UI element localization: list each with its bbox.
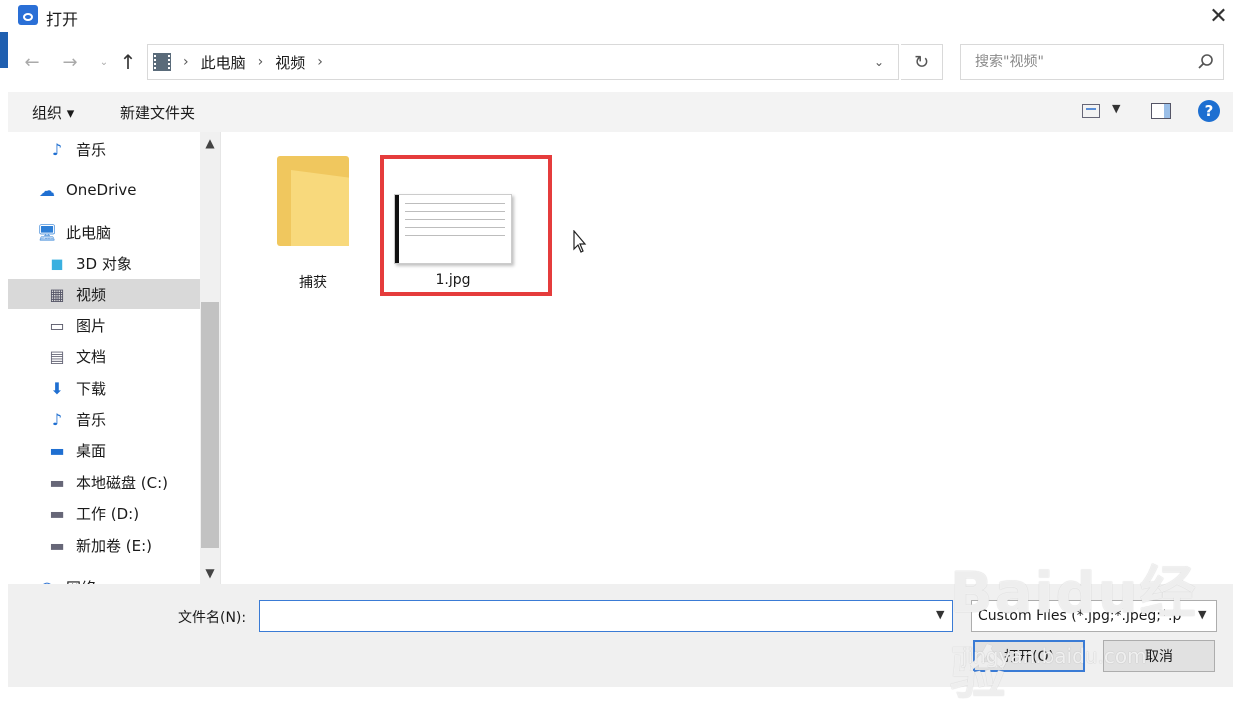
- search-box[interactable]: [960, 44, 1224, 80]
- sidebar-item-label: 下载: [76, 379, 107, 398]
- desktop-icon: ▬: [49, 440, 65, 460]
- sidebar-item-network[interactable]: ◍ 网络: [8, 572, 220, 585]
- search-icon[interactable]: [1196, 52, 1216, 72]
- close-button[interactable]: ✕: [1196, 0, 1241, 32]
- sidebar-item-label: 文档: [76, 347, 107, 366]
- sidebar-item-label: 3D 对象: [76, 254, 132, 273]
- sidebar-item-label: 视频: [76, 285, 107, 304]
- new-folder-button[interactable]: 新建文件夹: [120, 102, 195, 123]
- breadcrumb-separator-icon: ›: [257, 54, 264, 70]
- scroll-up-icon[interactable]: ▲: [200, 136, 220, 152]
- sidebar-item-local-disk-c[interactable]: ▬ 本地磁盘 (C:): [8, 467, 220, 497]
- sidebar-item-new-volume-e[interactable]: ▬ 新加卷 (E:): [8, 530, 220, 560]
- help-icon[interactable]: ?: [1198, 100, 1220, 122]
- back-button[interactable]: ←: [20, 50, 44, 74]
- sidebar-item-downloads[interactable]: ⬇ 下载: [8, 373, 220, 403]
- navigation-pane: ♪ 音乐 ☁ OneDrive 🖥 此电脑 ◼ 3D 对象 ▦ 视频 ▭ 图片 …: [8, 132, 221, 584]
- cloud-icon: ☁: [39, 180, 55, 200]
- address-bar[interactable]: › 此电脑 › 视频 ›: [147, 44, 899, 80]
- file-name: 捕获: [299, 275, 327, 291]
- sidebar-item-label: 此电脑: [66, 223, 112, 242]
- breadcrumb-this-pc[interactable]: 此电脑: [201, 52, 246, 73]
- sidebar-item-onedrive[interactable]: ☁ OneDrive: [8, 175, 220, 205]
- sidebar-item-this-pc[interactable]: 🖥 此电脑: [8, 217, 220, 247]
- breadcrumb-separator-icon: ›: [183, 54, 189, 70]
- film-icon: ▦: [49, 284, 65, 304]
- drive-icon: ▬: [49, 503, 65, 523]
- scrollbar-thumb[interactable]: [201, 302, 219, 548]
- filename-label: 文件名(N):: [178, 610, 247, 626]
- scroll-down-icon[interactable]: ▼: [200, 566, 220, 582]
- sidebar-item-label: 音乐: [76, 410, 107, 429]
- breadcrumb-separator-icon: ›: [317, 54, 323, 70]
- sidebar-item-label: 网络: [66, 577, 96, 585]
- address-dropdown-icon[interactable]: ⌄: [868, 50, 890, 74]
- drive-icon: ▬: [49, 535, 65, 555]
- mouse-cursor-icon: [573, 230, 587, 253]
- sidebar-item-label: 本地磁盘 (C:): [76, 473, 168, 492]
- forward-button[interactable]: →: [58, 50, 82, 74]
- window-title: 打开: [46, 10, 79, 29]
- sidebar-item-label: 新加卷 (E:): [76, 536, 153, 555]
- up-button[interactable]: ↑: [116, 50, 140, 74]
- file-item-folder[interactable]: 捕获: [253, 156, 373, 292]
- watermark-logo: Baidu经验: [950, 561, 1198, 707]
- change-view-icon[interactable]: [1082, 104, 1100, 118]
- breadcrumb-videos[interactable]: 视频: [275, 52, 305, 73]
- music-icon: ♪: [51, 139, 63, 159]
- sidebar-item-music[interactable]: ♪ 音乐: [8, 404, 220, 434]
- app-icon: [18, 5, 38, 25]
- preview-pane-icon[interactable]: [1151, 103, 1171, 119]
- background-window-edge: [0, 32, 8, 68]
- folder-icon: [277, 156, 349, 246]
- picture-icon: ▭: [49, 315, 65, 335]
- organize-button[interactable]: 组织 ▾: [32, 102, 74, 123]
- title-bar: [0, 0, 1241, 32]
- filename-dropdown-icon[interactable]: ▼: [936, 608, 944, 621]
- sidebar-item-label: OneDrive: [66, 181, 137, 199]
- sidebar-item-work-d[interactable]: ▬ 工作 (D:): [8, 498, 220, 528]
- red-highlight-annotation: [380, 155, 552, 296]
- sidebar-item-label: 音乐: [76, 140, 107, 159]
- sidebar-item-label: 工作 (D:): [76, 504, 140, 523]
- download-icon: ⬇: [50, 378, 64, 398]
- watermark-url: jingyan.baidu.com: [962, 644, 1147, 668]
- sidebar-item-desktop[interactable]: ▬ 桌面: [8, 435, 220, 465]
- recent-locations-button[interactable]: ⌄: [92, 50, 116, 74]
- sidebar-item-pictures[interactable]: ▭ 图片: [8, 310, 220, 340]
- sidebar-item-documents[interactable]: ▤ 文档: [8, 341, 220, 371]
- sidebar-item-3d-objects[interactable]: ◼ 3D 对象: [8, 248, 220, 278]
- cube-icon: ◼: [50, 253, 64, 273]
- document-icon: ▤: [49, 346, 65, 366]
- music-icon: ♪: [51, 409, 63, 429]
- refresh-button[interactable]: ↻: [901, 44, 943, 80]
- computer-icon: 🖥: [36, 222, 58, 242]
- sidebar-item-videos[interactable]: ▦ 视频: [8, 279, 220, 309]
- view-options-dropdown-icon[interactable]: ▼: [1112, 102, 1120, 115]
- file-list-pane[interactable]: 捕获 1.jpg: [221, 132, 1233, 584]
- sidebar-item-music-top[interactable]: ♪ 音乐: [8, 134, 220, 164]
- sidebar-item-label: 桌面: [76, 441, 107, 460]
- sidebar-item-label: 图片: [76, 316, 107, 335]
- drive-icon: ▬: [49, 472, 65, 492]
- filename-input[interactable]: [259, 600, 953, 632]
- search-input[interactable]: [973, 53, 1187, 71]
- film-icon: [153, 53, 171, 71]
